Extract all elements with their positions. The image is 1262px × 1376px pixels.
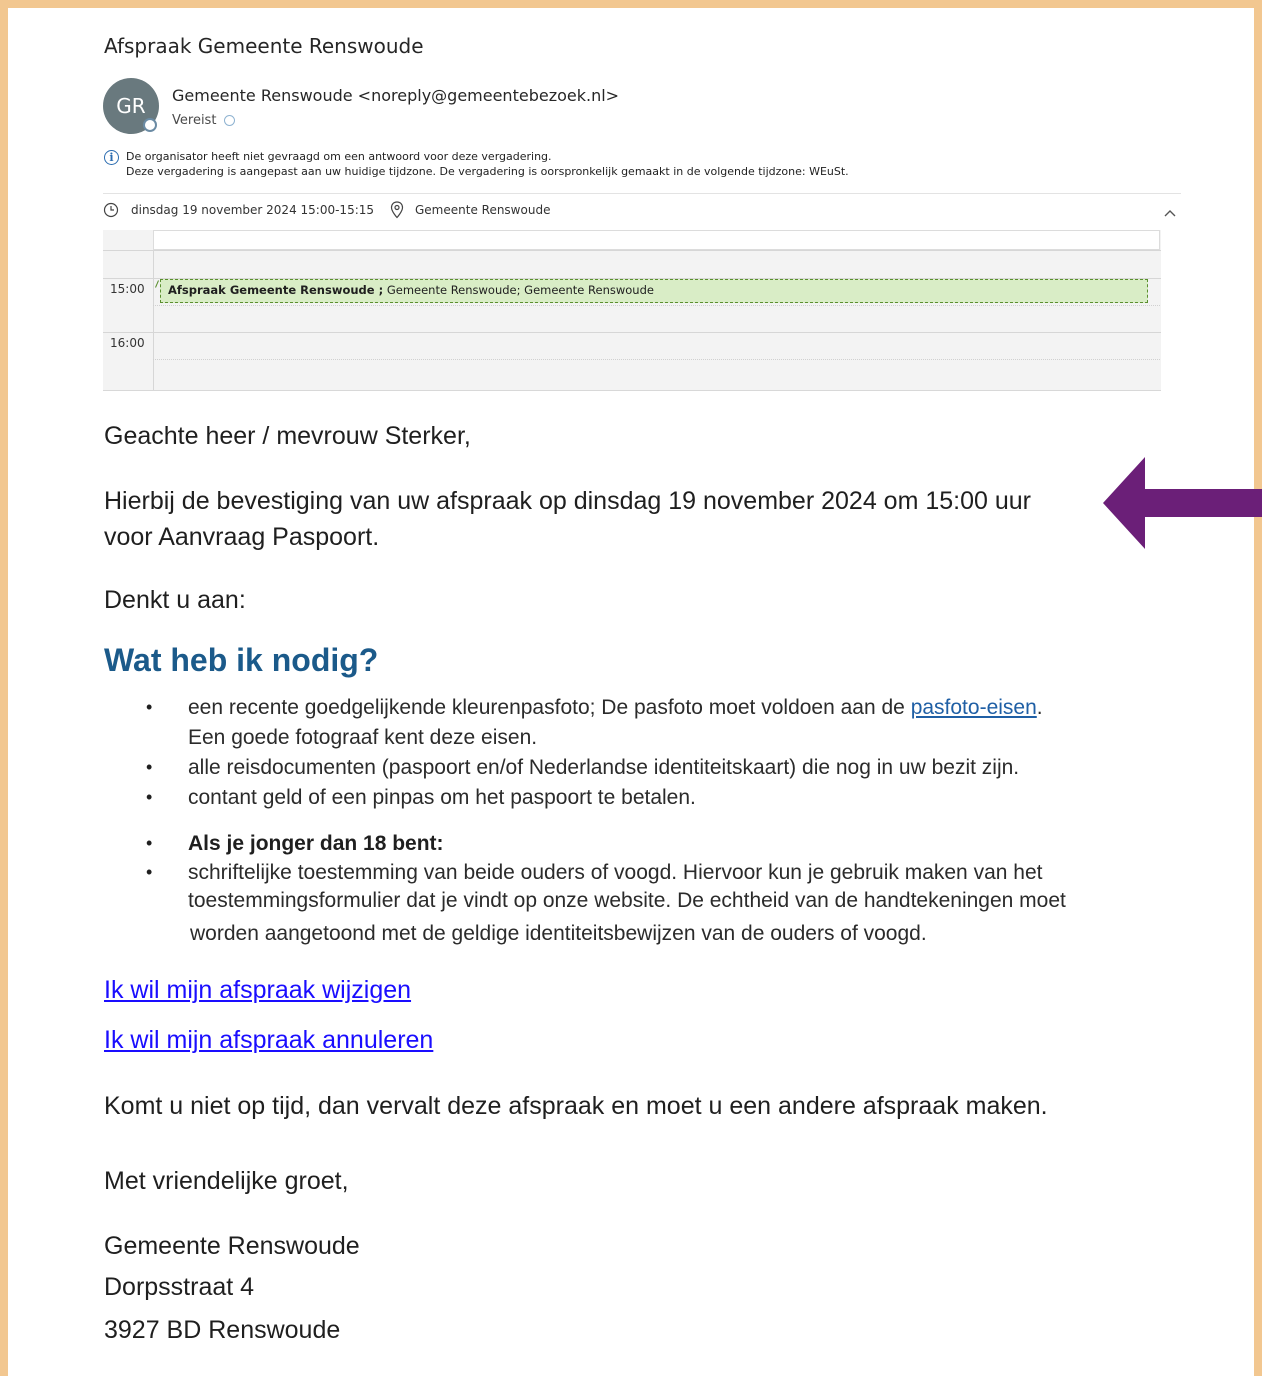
calendar-time-label: 15:00 [110, 282, 145, 296]
info-icon: i [104, 150, 119, 165]
org-street: Dorpsstraat 4 [104, 1273, 255, 1301]
list-item: een recente goedgelijkende kleurenpasfot… [188, 696, 1043, 720]
list-item-continuation: Een goede fotograaf kent deze eisen. [188, 726, 538, 749]
greeting: Geachte heer / mevrouw Sterker, [104, 422, 471, 450]
info-line-2: Deze vergadering is aangepast aan uw hui… [126, 165, 849, 178]
calendar-hour-line [103, 332, 1161, 333]
calendar-time-label: 16:00 [110, 336, 145, 350]
list-item-heading: Als je jonger dan 18 bent: [188, 832, 444, 855]
chevron-up-icon[interactable] [1163, 208, 1177, 218]
calendar-hour-line [103, 250, 1161, 251]
org-city: 3927 BD Renswoude [104, 1316, 341, 1344]
event-tentative-marker-icon [155, 280, 159, 288]
arrow-left-icon [1103, 457, 1262, 549]
list-item-text: een recente goedgelijkende kleurenpasfot… [188, 696, 911, 719]
change-appointment-link[interactable]: Ik wil mijn afspraak wijzigen [104, 976, 411, 1005]
cancel-appointment-link[interactable]: Ik wil mijn afspraak annuleren [104, 1026, 433, 1055]
list-item: alle reisdocumenten (paspoort en/of Nede… [188, 756, 1020, 779]
info-line-1: De organisator heeft niet gevraagd om ee… [126, 150, 552, 163]
bullet-icon: • [146, 757, 153, 777]
confirmation-line-2: voor Aanvraag Paspoort. [104, 523, 380, 551]
calendar-preview [103, 230, 1161, 391]
reminder-intro: Denkt u aan: [104, 586, 246, 614]
bullet-icon: • [146, 862, 153, 882]
attendance-label: Vereist [172, 113, 217, 128]
pasfoto-eisen-link[interactable]: pasfoto-eisen [911, 696, 1037, 719]
calendar-time-column-divider [153, 250, 154, 390]
response-status-icon [224, 115, 235, 126]
event-title: Afspraak Gemeente Renswoude ; [168, 283, 384, 297]
bullet-icon: • [146, 787, 153, 807]
location-pin-icon [390, 201, 404, 219]
bullet-icon: • [146, 697, 153, 717]
confirmation-line-1: Hierbij de bevestiging van uw afspraak o… [104, 487, 1031, 515]
calendar-all-day-row [153, 230, 1160, 250]
list-item-continuation: worden aangetoond met de geldige identit… [190, 922, 927, 945]
list-item: schriftelijke toestemming van beide oude… [188, 861, 1043, 884]
section-heading: Wat heb ik nodig? [104, 642, 379, 678]
meeting-location: Gemeente Renswoude [415, 203, 551, 217]
presence-icon [143, 118, 157, 132]
meeting-datetime: dinsdag 19 november 2024 15:00-15:15 [131, 203, 375, 217]
calendar-half-hour-line [153, 305, 1160, 306]
late-notice: Komt u niet op tijd, dan vervalt deze af… [104, 1092, 1048, 1120]
event-location: Gemeente Renswoude; Gemeente Renswoude [383, 283, 654, 297]
list-item-continuation: toestemmingsformulier dat je vindt op on… [188, 889, 1066, 912]
list-item-end: . [1036, 696, 1043, 719]
email-subject: Afspraak Gemeente Renswoude [104, 34, 424, 58]
org-name: Gemeente Renswoude [104, 1232, 360, 1260]
sender-address[interactable]: Gemeente Renswoude <noreply@gemeentebezo… [172, 86, 619, 105]
closing: Met vriendelijke groet, [104, 1167, 349, 1195]
calendar-half-hour-line [153, 359, 1160, 360]
avatar-initials: GR [116, 94, 146, 118]
calendar-event[interactable]: Afspraak Gemeente Renswoude ; Gemeente R… [160, 279, 1148, 303]
list-item: contant geld of een pinpas om het paspoo… [188, 786, 696, 809]
divider [103, 193, 1181, 194]
clock-icon [103, 202, 119, 218]
bullet-icon: • [146, 833, 153, 853]
